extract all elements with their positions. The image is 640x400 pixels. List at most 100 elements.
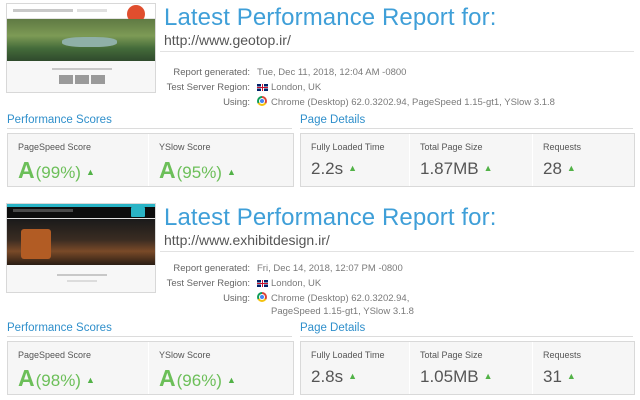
using-label: Using:	[223, 97, 250, 108]
performance-scores-title: Performance Scores	[7, 114, 112, 126]
yslow-score-label: YSlow Score	[159, 350, 211, 360]
page-details-panel: Fully Loaded Time 2.8s ▲ Total Page Size …	[300, 341, 635, 395]
total-page-size-cell[interactable]: Total Page Size 1.05MB ▲	[410, 342, 533, 394]
arrow-up-icon: ▲	[226, 375, 236, 385]
uk-flag-icon	[257, 280, 268, 287]
report-title: Latest Performance Report for:	[164, 204, 497, 231]
test-region-value: London, UK	[257, 81, 321, 94]
chrome-icon	[257, 96, 267, 106]
total-page-size-value: 1.05MB ▲	[420, 367, 493, 387]
page-details-title: Page Details	[300, 114, 366, 126]
fully-loaded-time-label: Fully Loaded Time	[311, 350, 385, 360]
thumbnail-text-line	[67, 280, 97, 282]
report-generated-value: Tue, Dec 11, 2018, 12:04 AM -0800	[257, 67, 407, 78]
fully-loaded-time-number: 2.8s	[311, 367, 344, 386]
performance-scores-panel: PageSpeed Score A(98%) ▲ YSlow Score A(96…	[7, 341, 294, 395]
total-page-size-label: Total Page Size	[420, 350, 483, 360]
total-page-size-cell[interactable]: Total Page Size 1.87MB ▲	[410, 134, 533, 186]
arrow-up-icon: ▲	[566, 371, 576, 381]
page-details-panel: Fully Loaded Time 2.2s ▲ Total Page Size …	[300, 133, 635, 187]
requests-value: 28 ▲	[543, 159, 576, 179]
uk-flag-icon	[257, 84, 268, 91]
thumbnail-card	[91, 75, 105, 84]
yslow-percent: (95%)	[176, 163, 222, 182]
arrow-up-icon: ▲	[483, 163, 493, 173]
page-details-title: Page Details	[300, 322, 366, 334]
total-page-size-number: 1.05MB	[420, 367, 479, 386]
using-text-line2: PageSpeed 1.15-gt1, YSlow 3.1.8	[271, 306, 414, 317]
using-label: Using:	[223, 293, 250, 304]
divider	[160, 51, 634, 52]
divider	[7, 128, 292, 129]
pagespeed-grade: A	[18, 157, 35, 183]
fully-loaded-time-number: 2.2s	[311, 159, 344, 178]
fully-loaded-time-cell[interactable]: Fully Loaded Time 2.8s ▲	[301, 342, 410, 394]
report-generated-label: Report generated:	[173, 67, 250, 78]
thumbnail-header	[7, 4, 155, 23]
pagespeed-percent: (99%)	[35, 163, 81, 182]
yslow-percent: (96%)	[176, 371, 222, 390]
fully-loaded-time-cell[interactable]: Fully Loaded Time 2.2s ▲	[301, 134, 410, 186]
requests-number: 28	[543, 159, 562, 178]
total-page-size-number: 1.87MB	[420, 159, 479, 178]
fully-loaded-time-value: 2.2s ▲	[311, 159, 357, 179]
requests-cell[interactable]: Requests 31 ▲	[533, 342, 634, 394]
report-url[interactable]: http://www.exhibitdesign.ir/	[164, 232, 330, 248]
test-region-text: London, UK	[271, 82, 322, 93]
arrow-up-icon: ▲	[566, 163, 576, 173]
divider	[300, 336, 633, 337]
thumbnail-nav	[13, 209, 73, 212]
site-logo-icon	[131, 207, 145, 217]
thumbnail-card	[75, 75, 89, 84]
report-url[interactable]: http://www.geotop.ir/	[164, 32, 291, 48]
yslow-score-cell[interactable]: YSlow Score A(96%) ▲	[149, 342, 293, 394]
using-value: Chrome (Desktop) 62.0.3202.94, PageSpeed…	[257, 292, 414, 318]
pagespeed-score-value: A(98%) ▲	[18, 365, 95, 392]
total-page-size-label: Total Page Size	[420, 142, 483, 152]
site-screenshot-thumbnail[interactable]	[6, 203, 156, 293]
yslow-score-cell[interactable]: YSlow Score A(95%) ▲	[149, 134, 293, 186]
requests-label: Requests	[543, 142, 582, 152]
arrow-up-icon: ▲	[348, 163, 358, 173]
requests-label: Requests	[543, 350, 582, 360]
fully-loaded-time-value: 2.8s ▲	[311, 367, 357, 387]
arrow-up-icon: ▲	[226, 167, 236, 177]
requests-value: 31 ▲	[543, 367, 576, 387]
performance-scores-title: Performance Scores	[7, 322, 112, 334]
arrow-up-icon: ▲	[348, 371, 358, 381]
requests-number: 31	[543, 367, 562, 386]
report-title: Latest Performance Report for:	[164, 4, 497, 31]
thumbnail-nav	[13, 9, 73, 12]
requests-cell[interactable]: Requests 28 ▲	[533, 134, 634, 186]
divider	[300, 128, 633, 129]
performance-scores-panel: PageSpeed Score A(99%) ▲ YSlow Score A (95…	[7, 133, 294, 187]
arrow-up-icon: ▲	[85, 167, 95, 177]
yslow-score-value: A(95%) ▲	[159, 157, 236, 184]
thumbnail-nav-secondary	[77, 9, 107, 12]
test-region-label: Test Server Region:	[166, 278, 250, 289]
thumbnail-text-line	[52, 68, 112, 70]
thumbnail-text-line	[57, 274, 107, 276]
arrow-up-icon: ▲	[483, 371, 493, 381]
using-value: Chrome (Desktop) 62.0.3202.94, PageSpeed…	[257, 96, 555, 109]
site-screenshot-thumbnail[interactable]	[6, 3, 156, 93]
pagespeed-score-cell[interactable]: PageSpeed Score A(98%) ▲	[8, 342, 149, 394]
thumbnail-header	[7, 204, 155, 219]
divider	[7, 336, 292, 337]
fully-loaded-time-label: Fully Loaded Time	[311, 142, 385, 152]
arrow-up-icon: ▲	[85, 375, 95, 385]
using-text-line1: Chrome (Desktop) 62.0.3202.94,	[271, 293, 410, 304]
yslow-grade: A	[159, 365, 176, 391]
divider	[160, 251, 634, 252]
pagespeed-score-value: A(99%) ▲	[18, 157, 95, 184]
chrome-icon	[257, 292, 267, 302]
report-generated-value: Fri, Dec 14, 2018, 12:07 PM -0800	[257, 263, 403, 274]
yslow-score-value: A(96%) ▲	[159, 365, 236, 392]
yslow-score-label: YSlow Score	[159, 142, 211, 152]
pagespeed-percent: (98%)	[35, 371, 81, 390]
pagespeed-grade: A	[18, 365, 35, 391]
thumbnail-card	[59, 75, 73, 84]
pagespeed-score-cell[interactable]: PageSpeed Score A(99%) ▲	[8, 134, 149, 186]
pagespeed-score-label: PageSpeed Score	[18, 142, 92, 152]
thumbnail-hero-image	[7, 219, 155, 265]
